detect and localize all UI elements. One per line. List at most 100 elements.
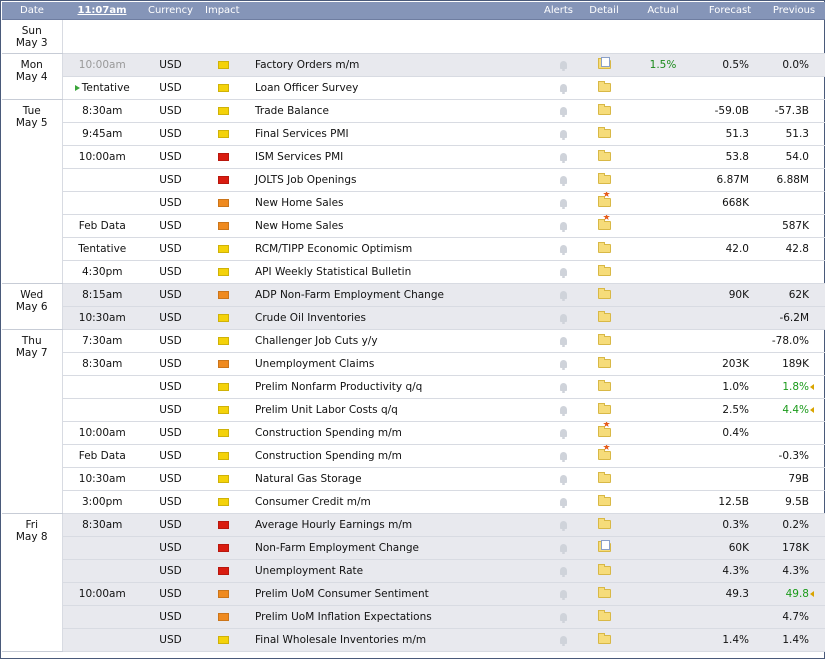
bell-icon[interactable] xyxy=(560,497,567,508)
detail-folder-icon[interactable] xyxy=(597,380,611,391)
event-title[interactable]: Natural Gas Storage xyxy=(247,467,519,491)
event-title[interactable]: Non-Farm Employment Change xyxy=(247,536,519,560)
bell-icon[interactable] xyxy=(560,474,567,485)
detail-folder-icon[interactable] xyxy=(597,421,611,437)
event-row[interactable]: Thu May 7 7:30am USD Challenger Job Cuts y/y… xyxy=(2,329,825,514)
event-title[interactable]: JOLTS Job Openings xyxy=(247,168,519,192)
detail-folder-icon[interactable] xyxy=(597,472,611,483)
bell-icon[interactable] xyxy=(560,405,567,416)
event-title[interactable]: Prelim UoM Inflation Expectations xyxy=(247,605,519,629)
revised-arrow-icon[interactable] xyxy=(810,406,814,413)
event-title[interactable]: Trade Balance xyxy=(247,99,519,123)
event-row[interactable]: 10:30am USD Natural Gas Storage 79B xyxy=(2,467,825,491)
event-title[interactable]: Unemployment Rate xyxy=(247,559,519,583)
event-title[interactable]: ADP Non-Farm Employment Change xyxy=(247,283,519,307)
event-row[interactable]: Wed May 6 8:15am USD ADP Non-Farm Employment… xyxy=(2,283,825,330)
detail-folder-icon[interactable] xyxy=(597,81,611,92)
col-time[interactable]: 11:07am xyxy=(62,2,142,20)
event-row[interactable]: USD New Home Sales 668K xyxy=(2,191,825,215)
bell-icon[interactable] xyxy=(560,152,567,163)
event-row[interactable]: USD Prelim Nonfarm Productivity q/q 1.0% 1.… xyxy=(2,375,825,399)
event-row[interactable]: Feb Data USD Construction Spending m/m -0.3… xyxy=(2,444,825,468)
play-arrow-icon[interactable] xyxy=(74,84,80,91)
event-row[interactable]: USD Non-Farm Employment Change 60K 178K xyxy=(2,536,825,560)
bell-icon[interactable] xyxy=(560,83,567,94)
bell-icon[interactable] xyxy=(560,520,567,531)
event-row[interactable]: Tentative USD RCM/TIPP Economic Optimism 42… xyxy=(2,237,825,261)
col-actual[interactable]: Actual xyxy=(629,2,697,20)
bell-icon[interactable] xyxy=(560,543,567,554)
event-title[interactable]: Average Hourly Earnings m/m xyxy=(247,513,519,537)
bell-icon[interactable] xyxy=(560,451,567,462)
bell-icon[interactable] xyxy=(560,428,567,439)
event-row[interactable]: 10:30am USD Crude Oil Inventories -6.2M xyxy=(2,306,825,330)
detail-folder-icon[interactable] xyxy=(597,288,611,299)
detail-folder-icon[interactable] xyxy=(597,444,611,460)
detail-folder-icon[interactable] xyxy=(597,214,611,230)
detail-folder-icon[interactable] xyxy=(597,633,611,644)
bell-icon[interactable] xyxy=(560,106,567,117)
bell-icon[interactable] xyxy=(560,221,567,232)
bell-icon[interactable] xyxy=(560,129,567,140)
event-row[interactable]: USD Unemployment Rate 4.3% 4.3% xyxy=(2,559,825,583)
event-title[interactable]: Final Services PMI xyxy=(247,122,519,146)
event-row[interactable]: 9:45am USD Final Services PMI 51.3 51.3 xyxy=(2,122,825,146)
bell-icon[interactable] xyxy=(560,60,567,71)
detail-folder-icon[interactable] xyxy=(597,540,611,552)
event-row[interactable]: Feb Data USD New Home Sales 587K xyxy=(2,214,825,238)
event-title[interactable]: Consumer Credit m/m xyxy=(247,490,519,514)
event-row[interactable]: 10:00am USD ISM Services PMI 53.8 54.0 xyxy=(2,145,825,169)
detail-folder-icon[interactable] xyxy=(597,242,611,253)
col-date[interactable]: Date xyxy=(2,2,62,20)
detail-folder-icon[interactable] xyxy=(597,150,611,161)
detail-folder-icon[interactable] xyxy=(597,191,611,207)
detail-folder-icon[interactable] xyxy=(597,587,611,598)
col-currency[interactable]: Currency xyxy=(142,2,199,20)
bell-icon[interactable] xyxy=(560,612,567,623)
col-alerts[interactable]: Alerts xyxy=(519,2,579,20)
detail-folder-icon[interactable] xyxy=(597,57,611,69)
event-title[interactable]: New Home Sales xyxy=(247,191,519,215)
detail-folder-icon[interactable] xyxy=(597,610,611,621)
event-title[interactable]: Construction Spending m/m xyxy=(247,444,519,468)
detail-folder-icon[interactable] xyxy=(597,495,611,506)
bell-icon[interactable] xyxy=(560,382,567,393)
bell-icon[interactable] xyxy=(560,336,567,347)
bell-icon[interactable] xyxy=(560,290,567,301)
event-title[interactable]: Final Wholesale Inventories m/m xyxy=(247,628,519,652)
event-row[interactable]: USD Final Wholesale Inventories m/m 1.4% 1.… xyxy=(2,628,825,652)
detail-folder-icon[interactable] xyxy=(597,403,611,414)
event-row[interactable]: Fri May 8 8:30am USD Average Hourly Earnings… xyxy=(2,513,825,652)
event-title[interactable]: Crude Oil Inventories xyxy=(247,306,519,330)
bell-icon[interactable] xyxy=(560,267,567,278)
event-row[interactable]: USD Prelim UoM Inflation Expectations 4.7% xyxy=(2,605,825,629)
revised-arrow-icon[interactable] xyxy=(810,383,814,390)
detail-folder-icon[interactable] xyxy=(597,311,611,322)
col-detail[interactable]: Detail xyxy=(579,2,629,20)
bell-icon[interactable] xyxy=(560,566,567,577)
event-title[interactable]: New Home Sales xyxy=(247,214,519,238)
event-title[interactable]: API Weekly Statistical Bulletin xyxy=(247,260,519,284)
event-row[interactable]: Tentative USD Loan Officer Survey xyxy=(2,76,825,100)
event-title[interactable]: Loan Officer Survey xyxy=(247,76,519,100)
bell-icon[interactable] xyxy=(560,359,567,370)
detail-folder-icon[interactable] xyxy=(597,564,611,575)
col-previous[interactable]: Previous xyxy=(763,2,825,20)
event-row[interactable]: 10:00am USD Construction Spending m/m 0.4% xyxy=(2,421,825,445)
detail-folder-icon[interactable] xyxy=(597,104,611,115)
event-row[interactable]: Mon May 4 10:00am USD Factory Orders m/m 1.5%… xyxy=(2,53,825,100)
event-title[interactable]: Challenger Job Cuts y/y xyxy=(247,329,519,353)
revised-arrow-icon[interactable] xyxy=(810,590,814,597)
bell-icon[interactable] xyxy=(560,198,567,209)
event-row[interactable]: Tue May 5 8:30am USD Trade Balance -59.0B -57.… xyxy=(2,99,825,284)
event-title[interactable]: ISM Services PMI xyxy=(247,145,519,169)
event-title[interactable]: Prelim Nonfarm Productivity q/q xyxy=(247,375,519,399)
bell-icon[interactable] xyxy=(560,635,567,646)
event-row[interactable]: 3:00pm USD Consumer Credit m/m 12.5B 9.5B xyxy=(2,490,825,514)
event-row[interactable]: 4:30pm USD API Weekly Statistical Bulletin xyxy=(2,260,825,284)
detail-folder-icon[interactable] xyxy=(597,173,611,184)
detail-folder-icon[interactable] xyxy=(597,357,611,368)
col-impact[interactable]: Impact xyxy=(199,2,247,20)
event-title[interactable]: Prelim UoM Consumer Sentiment xyxy=(247,582,519,606)
event-title[interactable]: Factory Orders m/m xyxy=(247,53,519,77)
